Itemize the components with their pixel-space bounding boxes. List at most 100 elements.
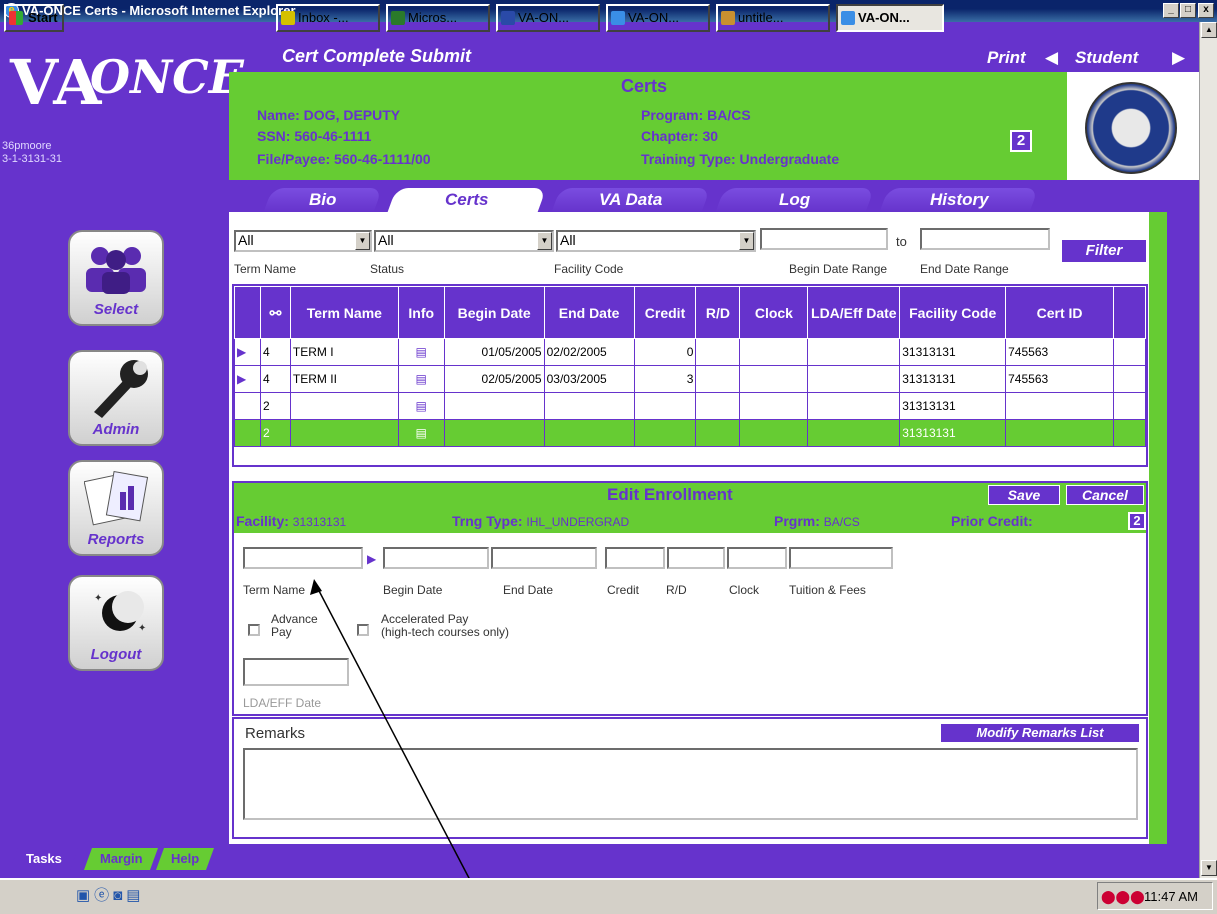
col-lda-eff-date[interactable]: LDA/Eff Date [807,286,901,339]
save-button[interactable]: Save [988,485,1060,505]
cert-complete-submit-link[interactable]: Cert Complete Submit [282,46,471,67]
minimize-button[interactable]: _ [1163,3,1179,18]
col-begin-date[interactable]: Begin Date [443,286,545,339]
table-row[interactable]: ▶ 4 TERM II ▤ 02/05/2005 03/03/2005 3 31… [234,365,1147,393]
start-button[interactable]: Start [4,4,64,32]
facility-code-label: Facility Code [554,262,624,276]
hierarchy-icon[interactable]: ⚯ [259,286,291,339]
term-name-input[interactable] [243,547,363,569]
row-term-name [289,419,399,447]
admin-button[interactable]: Admin [68,350,164,446]
paint-icon [721,11,735,25]
facility-code-select[interactable]: All ▼ [556,230,756,252]
select-button[interactable]: Select [68,230,164,326]
row-marker [234,419,261,447]
tab-va-data[interactable]: VA Data [551,188,711,212]
end-date-range-input[interactable] [920,228,1050,250]
chevron-down-icon[interactable]: ▼ [739,232,754,250]
row-term-name: TERM II [289,365,399,393]
row-cert-id: 745563 [1005,365,1114,393]
tab-history[interactable]: History [879,188,1039,212]
col-credit[interactable]: Credit [633,286,697,339]
row-clock [739,419,809,447]
col-cert-id[interactable]: Cert ID [1005,286,1114,339]
modify-remarks-list-button[interactable]: Modify Remarks List [940,723,1140,743]
start-label: Start [28,10,58,25]
outlook-icon [281,11,295,25]
taskbar-item-word[interactable]: VA-ON... [496,4,600,32]
print-link[interactable]: Print [987,48,1026,68]
col-clock[interactable]: Clock [739,286,809,339]
col-facility-code[interactable]: Facility Code [899,286,1007,339]
chevron-down-icon[interactable]: ▼ [355,232,370,250]
taskbar-item-paint[interactable]: untitle... [716,4,830,32]
previous-student-icon[interactable]: ◀ [1045,48,1058,68]
table-header-row: ⚯ Term Name Info Begin Date End Date Cre… [234,286,1147,339]
taskbar-item-excel[interactable]: Micros... [386,4,490,32]
taskbar-item-inbox[interactable]: Inbox -... [276,4,380,32]
student-chapter: Chapter: 30 [641,128,719,144]
tray-icons[interactable]: ⬤⬤⬤ [1101,889,1145,905]
taskbar-item-ie-1[interactable]: VA-ON... [606,4,710,32]
info-icon[interactable]: ▤ [397,392,445,420]
va-seal-icon [1085,82,1177,174]
info-icon[interactable]: ▤ [397,338,445,366]
taskbar-item-ie-active[interactable]: VA-ON... [836,4,944,32]
student-training-type: Training Type: Undergraduate [641,151,840,167]
row-cert-id [1005,392,1114,420]
scroll-up-arrow-icon[interactable]: ▲ [1201,22,1217,38]
advance-pay-checkbox[interactable] [248,624,260,636]
tab-help[interactable]: Help [155,848,215,870]
tab-tasks[interactable]: Tasks [9,848,79,870]
row-clock [739,365,809,393]
logo-va: VA [10,46,102,119]
row-rd [695,419,741,447]
next-student-icon[interactable]: ▶ [1172,48,1185,68]
term-name-select[interactable]: All ▼ [234,230,372,252]
info-icon[interactable]: ▤ [397,419,445,447]
row-cert-id [1005,419,1114,447]
chevron-down-icon[interactable]: ▼ [537,232,552,250]
col-rd[interactable]: R/D [695,286,741,339]
tab-margin[interactable]: Margin [83,848,159,870]
term-name-select-value: All [238,232,254,248]
quick-launch-icons[interactable]: ▣ⓔ◙▤ [76,884,164,906]
table-row-selected[interactable]: 2 ▤ 31313131 [234,419,1147,447]
vertical-scrollbar[interactable]: ▲ ▼ [1199,22,1217,878]
table-row[interactable]: 2 ▤ 31313131 [234,392,1147,420]
status-select[interactable]: All ▼ [374,230,554,252]
col-marker [234,286,261,339]
maximize-button[interactable]: □ [1180,3,1196,18]
trng-type-value: IHL_UNDERGRAD [526,515,630,529]
row-term-name [289,392,399,420]
tuition-fees-input[interactable] [789,547,893,569]
cancel-button[interactable]: Cancel [1066,485,1144,505]
reports-button[interactable]: Reports [68,460,164,556]
row-clock [739,338,809,366]
va-once-logo: VA ONCE 36pmoore 3-1-3131-31 [2,40,244,165]
tab-log[interactable]: Log [715,188,875,212]
table-row[interactable]: ▶ 4 TERM I ▤ 01/05/2005 02/02/2005 0 313… [234,338,1147,366]
tab-certs[interactable]: Certs [387,188,547,212]
begin-date-input[interactable] [383,547,489,569]
filter-button[interactable]: Filter [1061,239,1147,263]
moon-icon: ✦✦ [94,591,146,634]
credit-input[interactable] [605,547,665,569]
col-end-date[interactable]: End Date [543,286,635,339]
row-begin-date [443,392,545,420]
tab-certs-label: Certs [445,190,489,209]
ie-icon [841,11,855,25]
rd-input[interactable] [667,547,725,569]
clock-input[interactable] [727,547,787,569]
col-info[interactable]: Info [397,286,445,339]
row-facility-code: 31313131 [899,392,1007,420]
scroll-down-arrow-icon[interactable]: ▼ [1201,860,1217,876]
tab-bio[interactable]: Bio [263,188,383,212]
begin-date-range-input[interactable] [760,228,888,250]
end-date-input[interactable] [491,547,597,569]
info-icon[interactable]: ▤ [397,365,445,393]
col-term-name[interactable]: Term Name [289,286,399,339]
close-button[interactable]: x [1198,3,1214,18]
system-tray: ⬤⬤⬤ 11:47 AM [1097,882,1213,910]
logout-button[interactable]: ✦ ✦ Logout [68,575,164,671]
